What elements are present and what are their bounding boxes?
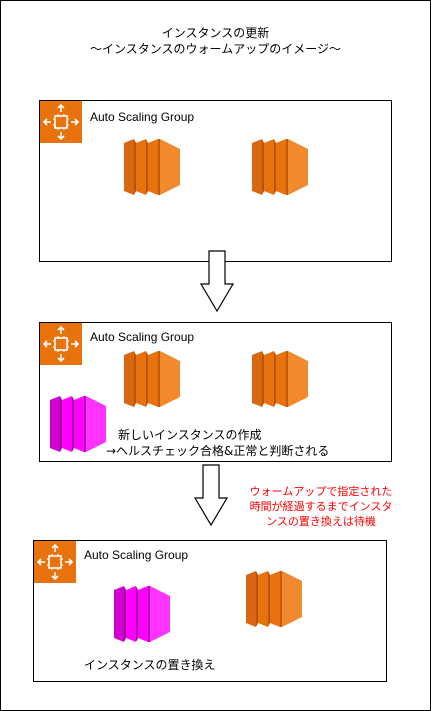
down-arrow — [200, 250, 234, 312]
warmup-note: ウォームアップで指定された 時間が経過するまでインスタ ンスの置き換えは待機 — [226, 484, 416, 529]
ec2-instance-icon — [252, 139, 308, 195]
warmup-note-line: ンスの置き換えは待機 — [266, 515, 376, 528]
diagram-title: インスタンスの更新 — [161, 26, 270, 40]
ec2-instance-icon — [246, 571, 302, 627]
down-arrow — [194, 464, 228, 526]
asg-label: Auto Scaling Group — [90, 330, 195, 344]
ec2-instance-icon — [252, 351, 308, 407]
auto-scaling-group-icon — [34, 541, 76, 583]
asg-panel-3: Auto Scaling Group インスタンスの置き換え — [33, 540, 387, 682]
asg-panel-1: Auto Scaling Group — [39, 100, 392, 262]
auto-scaling-group-icon — [40, 323, 82, 365]
ec2-instance-icon — [124, 351, 180, 407]
asg-label: Auto Scaling Group — [90, 110, 195, 124]
caption-new-instance: 新しいインスタンスの作成 — [118, 428, 262, 442]
caption-replacement: インスタンスの置き換え — [84, 658, 216, 672]
auto-scaling-group-icon — [40, 101, 82, 143]
warmup-note-line: 時間が経過するまでインスタ — [249, 500, 393, 513]
caption-health-check: →ヘルスチェック合格&正常と判断される — [106, 444, 330, 458]
asg-label: Auto Scaling Group — [84, 548, 189, 562]
ec2-instance-icon — [124, 139, 180, 195]
asg-panel-2: Auto Scaling Group 新しいインスタンスの作成 →ヘルスチェック… — [39, 322, 392, 462]
warmup-note-line: ウォームアップで指定された — [249, 485, 393, 498]
diagram-subtitle: ～インスタンスのウォームアップのイメージ～ — [90, 42, 341, 56]
new-instance-icon — [114, 586, 170, 642]
new-instance-icon — [50, 396, 106, 452]
